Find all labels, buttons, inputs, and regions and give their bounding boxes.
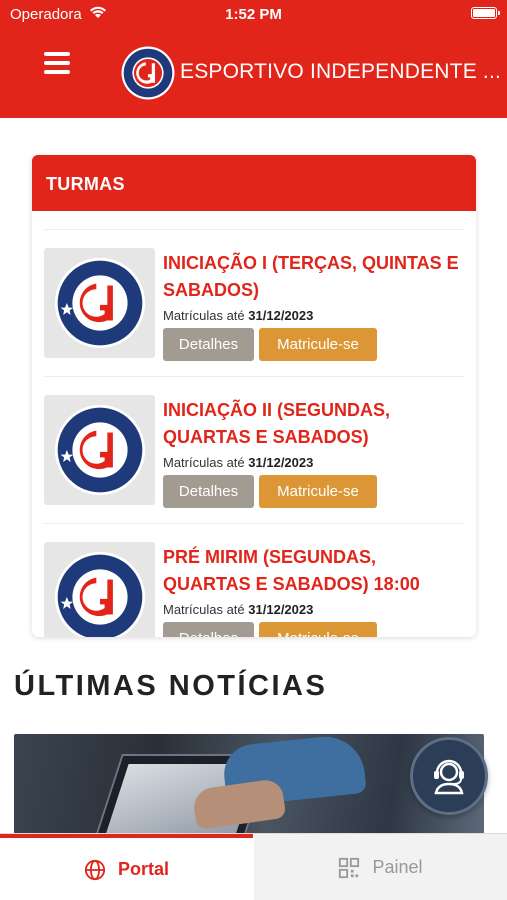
turma-item: PRÉ MIRIM (SEGUNDAS, QUARTAS E SABADOS) … [44,524,464,637]
turma-name[interactable]: PRÉ MIRIM (SEGUNDAS, QUARTAS E SABADOS) … [163,544,463,598]
tab-painel[interactable]: Painel [254,834,507,900]
globe-icon [84,859,106,880]
tab-portal[interactable]: Portal [0,834,253,900]
status-bar: Operadora 1:52 PM [0,0,507,30]
turma-enrollment-date: Matrículas até 31/12/2023 [163,455,314,470]
club-logo-icon [54,551,145,637]
battery-icon [471,7,500,19]
turmas-card: TURMAS INICIAÇÃO I (TERÇAS, QUINTAS E SA… [32,155,476,637]
turma-item: INICIAÇÃO I (TERÇAS, QUINTAS E SABADOS) … [44,230,464,377]
turma-enrollment-date: Matrículas até 31/12/2023 [163,602,314,617]
header-title: ESPORTIVO INDEPENDENTE ... [180,60,502,83]
headset-icon [434,759,464,795]
turmas-heading: TURMAS [32,155,476,211]
support-button[interactable] [410,737,488,815]
club-logo-icon [54,404,145,496]
turma-logo [44,542,155,637]
turma-name[interactable]: INICIAÇÃO I (TERÇAS, QUINTAS E SABADOS) [163,250,463,304]
app-header: Operadora 1:52 PM ESPORTIVO INDEPENDENTE… [0,0,507,118]
details-button[interactable]: Detalhes [163,328,254,361]
turma-logo [44,248,155,358]
tab-painel-label: Painel [372,857,423,877]
tab-portal-label: Portal [117,859,169,879]
status-time: 1:52 PM [225,6,282,23]
dashboard-icon [339,857,360,878]
club-logo-icon [54,257,145,349]
details-button[interactable]: Detalhes [163,622,254,637]
club-logo [121,46,175,100]
enroll-button[interactable]: Matricule-se [259,328,377,361]
news-heading: ÚLTIMAS NOTÍCIAS [14,670,328,702]
turma-item: INICIAÇÃO II (SEGUNDAS, QUARTAS E SABADO… [44,377,464,524]
enroll-button[interactable]: Matricule-se [259,622,377,637]
turma-enrollment-date: Matrículas até 31/12/2023 [163,308,314,323]
menu-button[interactable] [44,52,74,78]
enroll-button[interactable]: Matricule-se [259,475,377,508]
turma-logo [44,395,155,505]
bottom-tab-bar: Portal Painel [0,833,507,900]
menu-icon [44,52,70,56]
app-screen: Operadora 1:52 PM ESPORTIVO INDEPENDENTE… [0,0,507,900]
details-button[interactable]: Detalhes [163,475,254,508]
turmas-list: INICIAÇÃO I (TERÇAS, QUINTAS E SABADOS) … [44,229,464,637]
turma-name[interactable]: INICIAÇÃO II (SEGUNDAS, QUARTAS E SABADO… [163,397,463,451]
